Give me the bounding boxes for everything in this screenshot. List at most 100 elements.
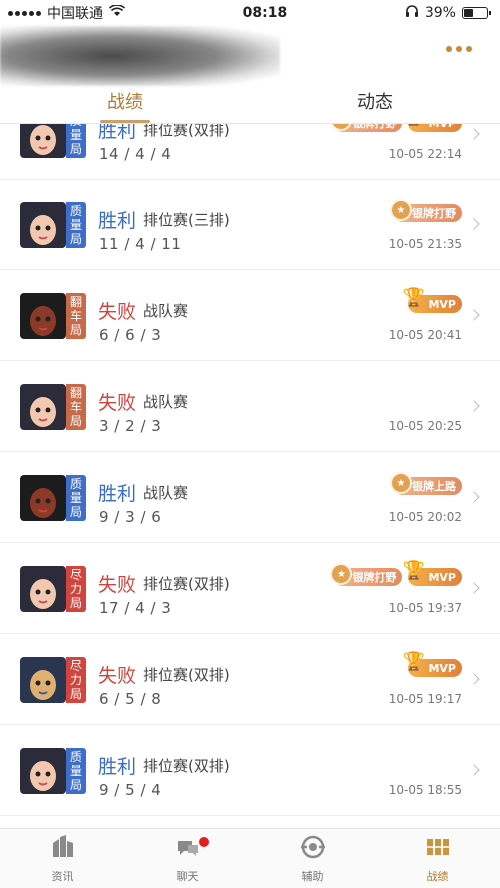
match-quality-tag: 质量局 — [66, 748, 86, 794]
badge-label: 银牌打野 — [412, 207, 456, 220]
chevron-right-icon — [468, 309, 480, 321]
battery-fill — [463, 9, 473, 17]
badge-label: MVP — [428, 570, 456, 584]
trophy-icon: 🏆 — [402, 560, 425, 581]
match-mode: 排位赛(三排) — [143, 211, 230, 229]
match-row[interactable]: 质量局胜利 排位赛(三排) 11 / 4 / 11 10-05 21:35 ★ 银牌打野 — [0, 180, 500, 270]
match-badges: ★银牌打野🏆MVP — [330, 124, 462, 132]
match-list: 质量局胜利排位赛(双排)14 / 4 / 410-05 22:14★银牌打野🏆M… — [0, 124, 500, 828]
match-result: 胜利 — [98, 124, 137, 142]
match-mode: 战队赛 — [143, 302, 189, 320]
tab-bar: 战绩 动态 — [0, 78, 500, 124]
match-badges: ★ 银牌上路 — [390, 472, 462, 495]
hero-avatar — [20, 748, 66, 794]
header — [0, 26, 500, 86]
signal-icon — [8, 10, 41, 16]
match-time: 10-05 19:37 — [388, 601, 462, 615]
match-result: 失败 — [98, 301, 137, 323]
tab-record[interactable]: 战绩 — [0, 78, 250, 123]
status-bar: 中国联通 08:18 39% — [0, 0, 500, 26]
medal-icon: ★ — [330, 124, 353, 131]
chevron-right-icon — [468, 582, 480, 594]
more-options-button[interactable] — [446, 46, 472, 52]
nav-item-chat[interactable]: 聊天 — [125, 829, 250, 888]
match-row[interactable]: 质量局胜利 排位赛(双排) 9 / 5 / 4 10-05 18:55 — [0, 726, 500, 816]
match-row[interactable]: 尽力局失败 排位赛(双排) 6 / 5 / 8 10-05 19:17 🏆 MVP — [0, 635, 500, 725]
match-result: 胜利 — [98, 483, 137, 505]
trophy-icon: 🏆 — [402, 651, 425, 672]
nav-item-record[interactable]: 战绩 — [375, 829, 500, 888]
hero-avatar — [20, 566, 66, 612]
medal-icon: ★ — [330, 563, 353, 585]
match-time: 10-05 22:14 — [388, 147, 462, 161]
wifi-icon — [108, 4, 126, 21]
match-mode: 排位赛(双排) — [143, 666, 230, 684]
medal-icon: ★ — [390, 472, 412, 494]
match-row[interactable]: 尽力局失败 排位赛(双排) 17 / 4 / 3 10-05 19:37 ★ 银牌打野 🏆 M… — [0, 544, 500, 634]
nav-label: 战绩 — [426, 870, 449, 883]
match-mode: 排位赛(双排) — [143, 575, 230, 593]
match-time: 10-05 18:55 — [388, 783, 462, 797]
match-row[interactable]: 翻车局失败 战队赛 6 / 6 / 3 10-05 20:41 🏆 MVP — [0, 271, 500, 361]
match-kda: 9 / 3 / 6 — [99, 508, 162, 526]
nav-item-assist[interactable]: 辅助 — [250, 829, 375, 888]
chevron-right-icon — [468, 764, 480, 776]
match-row[interactable]: 质量局胜利 战队赛 9 / 3 / 6 10-05 20:02 ★ 银牌上路 — [0, 453, 500, 543]
badge-label: 银牌打野 — [352, 124, 396, 131]
notification-dot — [199, 837, 210, 847]
match-mode: 排位赛(双排) — [143, 124, 230, 139]
mvp-badge: 🏆MVP — [402, 287, 462, 313]
badge-label: MVP — [428, 661, 456, 675]
badge-label: 银牌上路 — [412, 480, 456, 493]
redacted-profile-area — [0, 26, 280, 86]
match-time: 10-05 19:17 — [388, 692, 462, 706]
match-kda: 6 / 5 / 8 — [99, 690, 162, 708]
match-kda: 17 / 4 / 3 — [99, 599, 172, 617]
match-badges: ★银牌打野🏆MVP — [330, 560, 462, 586]
record-icon — [424, 833, 452, 865]
chevron-right-icon — [468, 128, 480, 140]
nav-label: 资讯 — [51, 870, 74, 883]
status-right: 39% — [405, 4, 491, 22]
match-time: 10-05 20:02 — [388, 510, 462, 524]
match-badges: ★ 银牌打野 — [390, 199, 462, 222]
match-quality-tag: 质量局 — [66, 124, 86, 158]
match-badges: 🏆 MVP — [402, 651, 462, 677]
match-row[interactable]: 质量局胜利排位赛(双排)14 / 4 / 410-05 22:14★银牌打野🏆M… — [0, 124, 500, 180]
silver-medal-badge: ★银牌打野 — [330, 563, 403, 586]
match-quality-tag: 尽力局 — [66, 566, 86, 612]
silver-medal-badge: ★银牌打野 — [330, 124, 403, 132]
badge-label: 银牌打野 — [352, 571, 397, 584]
chat-icon — [174, 833, 202, 865]
match-quality-tag: 质量局 — [66, 202, 86, 248]
match-result: 失败 — [98, 665, 137, 687]
status-left: 中国联通 — [8, 3, 126, 23]
match-kda: 11 / 4 / 11 — [99, 235, 182, 253]
tab-dynamics[interactable]: 动态 — [250, 78, 500, 123]
trophy-icon: 🏆 — [402, 287, 425, 308]
match-mode: 战队赛 — [143, 484, 189, 502]
match-result: 胜利 — [98, 210, 137, 232]
nav-label: 聊天 — [176, 870, 199, 883]
hero-avatar — [20, 202, 66, 248]
match-time: 10-05 21:35 — [388, 237, 462, 251]
chevron-right-icon — [468, 400, 480, 412]
mvp-badge: 🏆MVP — [402, 651, 462, 677]
silver-medal-badge: ★银牌打野 — [390, 199, 462, 222]
carrier-label: 中国联通 — [47, 6, 103, 22]
match-result: 失败 — [98, 392, 137, 414]
match-kda: 14 / 4 / 4 — [99, 145, 172, 163]
bottom-nav: 资讯 聊天 辅助 战绩 — [0, 828, 500, 888]
headphones-icon — [405, 4, 419, 22]
hero-avatar — [20, 475, 66, 521]
match-row[interactable]: 翻车局失败 战队赛 3 / 2 / 3 10-05 20:25 — [0, 362, 500, 452]
match-kda: 6 / 6 / 3 — [99, 326, 162, 344]
news-icon — [49, 833, 77, 865]
match-result: 失败 — [98, 574, 137, 596]
nav-item-news[interactable]: 资讯 — [0, 829, 125, 888]
match-kda: 9 / 5 / 4 — [99, 781, 162, 799]
trophy-icon: 🏆 — [402, 124, 424, 127]
assist-icon — [299, 833, 327, 865]
mvp-badge: 🏆MVP — [402, 560, 462, 586]
chevron-right-icon — [468, 218, 480, 230]
